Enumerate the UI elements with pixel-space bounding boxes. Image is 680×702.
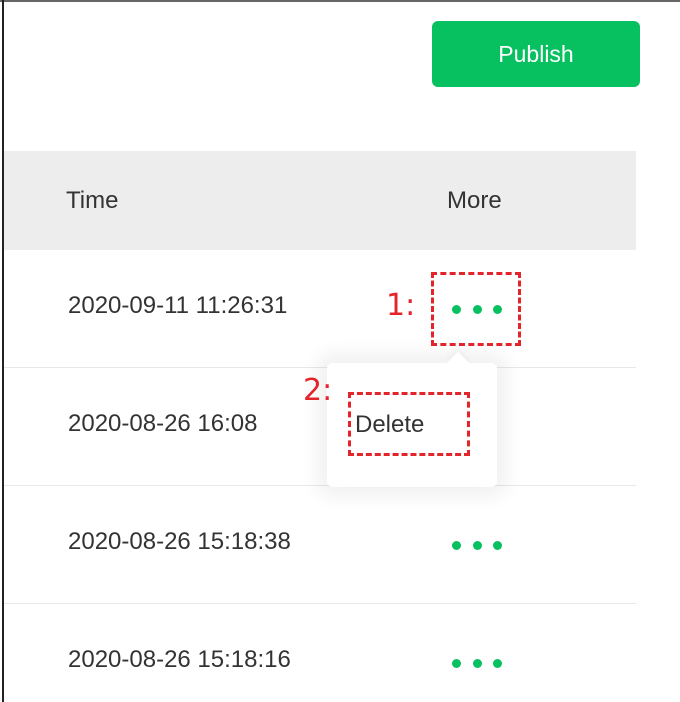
annotation-step-1-label: 1:	[386, 288, 416, 323]
more-dots-icon[interactable]	[452, 531, 502, 559]
dot	[452, 658, 461, 668]
row-time: 2020-08-26 15:18:16	[68, 646, 291, 673]
publish-button[interactable]: Publish	[432, 21, 640, 87]
page: Publish Time More 2020-09-11 11:26:31 20…	[0, 0, 680, 702]
table-header: Time More	[4, 151, 636, 250]
column-header-time: Time	[66, 187, 119, 214]
row-time: 2020-09-11 11:26:31	[68, 292, 288, 319]
column-header-more: More	[447, 187, 502, 214]
dot	[493, 658, 502, 668]
dot	[452, 540, 461, 550]
annotation-step-2-box	[348, 392, 470, 456]
dot	[493, 540, 502, 550]
table-row: 2020-08-26 15:18:38	[4, 486, 636, 604]
row-time: 2020-08-26 16:08	[68, 410, 258, 437]
annotation-step-1-box	[431, 272, 521, 346]
table-row: 2020-09-11 11:26:31	[4, 250, 636, 368]
window-top-border	[0, 0, 680, 2]
row-time: 2020-08-26 15:18:38	[68, 528, 291, 555]
table-row: 2020-08-26 15:18:16	[4, 604, 636, 702]
more-dots-icon[interactable]	[452, 649, 502, 677]
dot	[472, 540, 482, 550]
annotation-step-2-label: 2:	[303, 373, 333, 408]
dot	[472, 658, 482, 668]
